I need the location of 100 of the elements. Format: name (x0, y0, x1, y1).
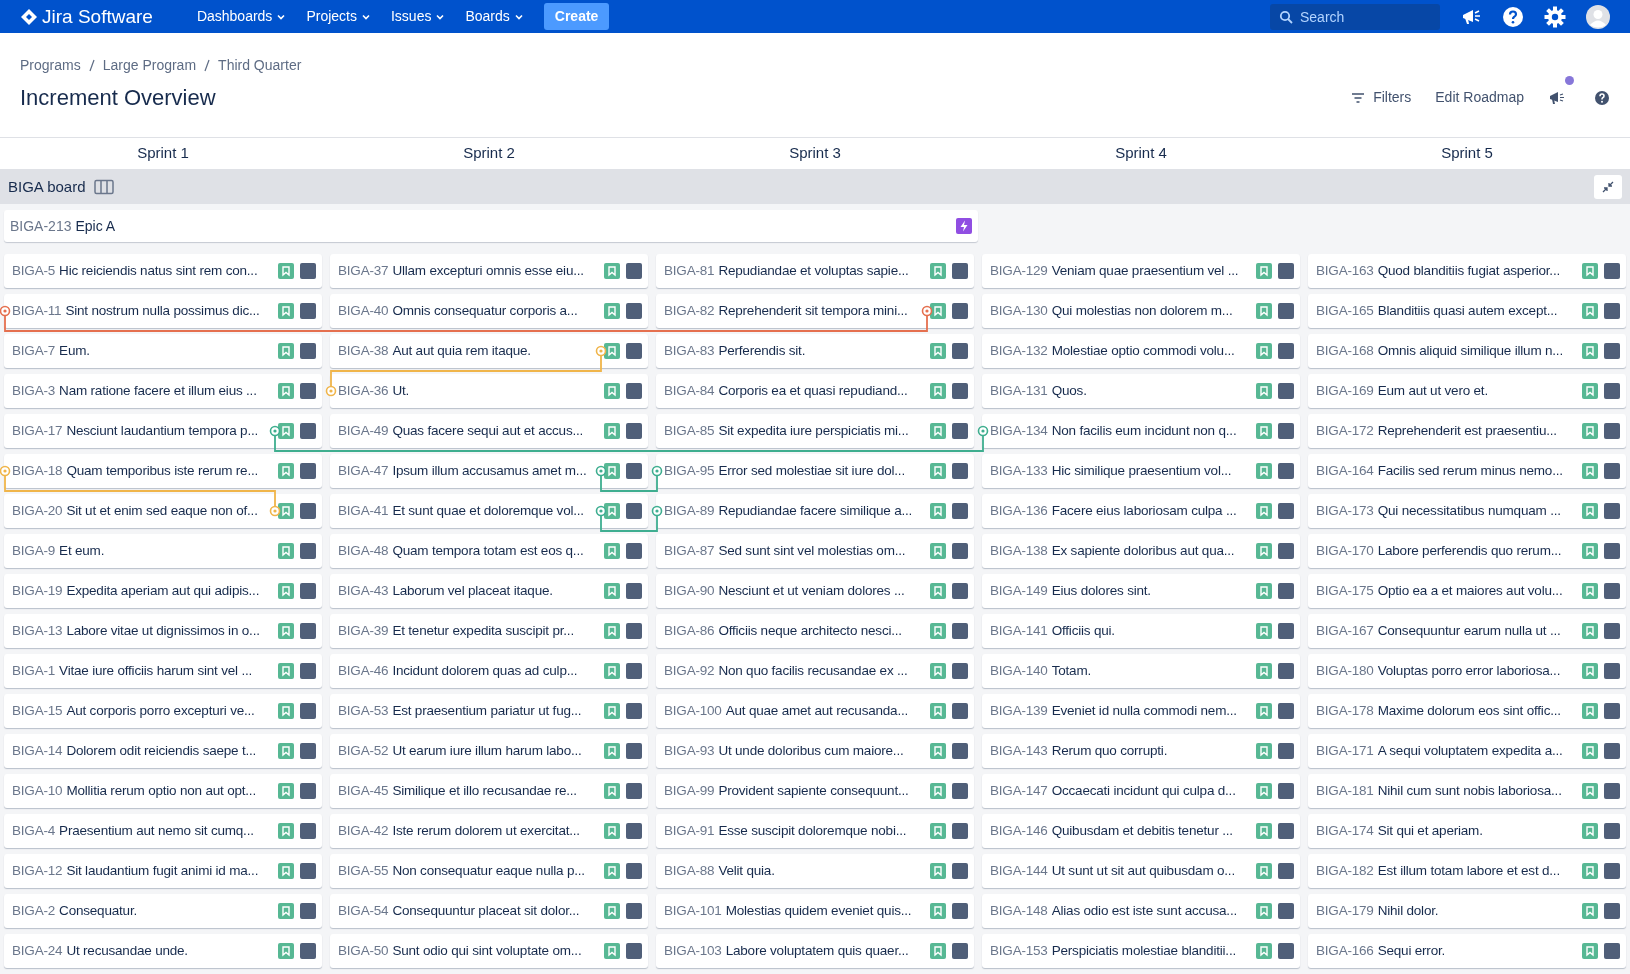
issue-card[interactable]: BIGA-181 Nihil cum sunt nobis laboriosa... (1308, 774, 1626, 808)
issue-card[interactable]: BIGA-134 Non facilis eum incidunt non q... (982, 414, 1300, 448)
issue-card[interactable]: BIGA-86 Officiis neque architecto nesci... (656, 614, 974, 648)
issue-card[interactable]: BIGA-174 Sit qui et aperiam. (1308, 814, 1626, 848)
issue-card[interactable]: BIGA-167 Consequuntur earum nulla ut ... (1308, 614, 1626, 648)
issue-card[interactable]: BIGA-39 Et tenetur expedita suscipit pr... (330, 614, 648, 648)
issue-card[interactable]: BIGA-144 Ut sunt ut sit aut quibusdam o... (982, 854, 1300, 888)
issue-card[interactable]: BIGA-38 Aut aut quia rem itaque. (330, 334, 648, 368)
issue-card[interactable]: BIGA-54 Consequuntur placeat sit dolor... (330, 894, 648, 928)
issue-card[interactable]: BIGA-103 Labore voluptatem quis quaer... (656, 934, 974, 968)
issue-card[interactable]: BIGA-45 Similique et illo recusandae re... (330, 774, 648, 808)
issue-card[interactable]: BIGA-46 Incidunt dolorem quas ad culp... (330, 654, 648, 688)
issue-card[interactable]: BIGA-178 Maxime dolorum eos sint offic... (1308, 694, 1626, 728)
help-icon[interactable] (1502, 5, 1524, 28)
issue-card[interactable]: BIGA-91 Esse suscipit doloremque nobi... (656, 814, 974, 848)
issue-card[interactable]: BIGA-84 Corporis ea et quasi repudiand... (656, 374, 974, 408)
issue-card[interactable]: BIGA-92 Non quo facilis recusandae ex ... (656, 654, 974, 688)
issue-card[interactable]: BIGA-89 Repudiandae facere similique a... (656, 494, 974, 528)
issue-card[interactable]: BIGA-164 Facilis sed rerum minus nemo... (1308, 454, 1626, 488)
issue-card[interactable]: BIGA-146 Quibusdam et debitis tenetur ... (982, 814, 1300, 848)
issue-card[interactable]: BIGA-17 Nesciunt laudantium tempora p... (4, 414, 322, 448)
issue-card[interactable]: BIGA-90 Nesciunt et ut veniam dolores ... (656, 574, 974, 608)
issue-card[interactable]: BIGA-9 Et eum. (4, 534, 322, 568)
issue-card[interactable]: BIGA-170 Labore perferendis quo rerum... (1308, 534, 1626, 568)
issue-card[interactable]: BIGA-153 Perspiciatis molestiae blanditii... (982, 934, 1300, 968)
issue-card[interactable]: BIGA-140 Totam. (982, 654, 1300, 688)
nav-menu[interactable]: Projects (298, 0, 379, 33)
issue-card[interactable]: BIGA-88 Velit quia. (656, 854, 974, 888)
nav-menu[interactable]: Issues (382, 0, 454, 33)
breadcrumb-link[interactable]: Programs (20, 55, 81, 76)
issue-card[interactable]: BIGA-148 Alias odio est iste sunt accusa... (982, 894, 1300, 928)
breadcrumb-link[interactable]: Large Program (102, 55, 197, 76)
issue-card[interactable]: BIGA-15 Aut corporis porro excepturi ve... (4, 694, 322, 728)
issue-card[interactable]: BIGA-179 Nihil dolor. (1308, 894, 1626, 928)
issue-card[interactable]: BIGA-49 Quas facere sequi aut et accus... (330, 414, 648, 448)
issue-card[interactable]: BIGA-99 Provident sapiente consequunt... (656, 774, 974, 808)
issue-card[interactable]: BIGA-133 Hic similique praesentium vol... (982, 454, 1300, 488)
issue-card[interactable]: BIGA-82 Reprehenderit sit tempora mini... (656, 294, 974, 328)
issue-card[interactable]: BIGA-48 Quam tempora totam est eos q... (330, 534, 648, 568)
issue-card[interactable]: BIGA-101 Molestias quidem eveniet quis... (656, 894, 974, 928)
issue-card[interactable]: BIGA-53 Est praesentium pariatur ut fug... (330, 694, 648, 728)
issue-card[interactable]: BIGA-18 Quam temporibus iste rerum re... (4, 454, 322, 488)
issue-card[interactable]: BIGA-1 Vitae iure officiis harum sint vel ... (4, 654, 322, 688)
issue-card[interactable]: BIGA-171 A sequi voluptatem expedita a... (1308, 734, 1626, 768)
issue-card[interactable]: BIGA-41 Et sunt quae et doloremque vol... (330, 494, 648, 528)
issue-card[interactable]: BIGA-40 Omnis consequatur corporis a... (330, 294, 648, 328)
filters-button[interactable]: Filters (1351, 87, 1412, 108)
issue-card[interactable]: BIGA-129 Veniam quae praesentium vel ... (982, 254, 1300, 288)
settings-icon[interactable] (1544, 5, 1566, 28)
issue-card[interactable]: BIGA-2 Consequatur. (4, 894, 322, 928)
issue-card[interactable]: BIGA-36 Ut. (330, 374, 648, 408)
issue-card[interactable]: BIGA-14 Dolorem odit reiciendis saepe t... (4, 734, 322, 768)
issue-card[interactable]: BIGA-13 Labore vitae ut dignissimos in o... (4, 614, 322, 648)
edit-roadmap-button[interactable]: Edit Roadmap (1435, 87, 1524, 108)
issue-card[interactable]: BIGA-52 Ut earum iure illum harum labo... (330, 734, 648, 768)
issue-card[interactable]: BIGA-147 Occaecati incidunt qui culpa d... (982, 774, 1300, 808)
issue-card[interactable]: BIGA-173 Qui necessitatibus numquam ... (1308, 494, 1626, 528)
issue-card[interactable]: BIGA-131 Quos. (982, 374, 1300, 408)
issue-card[interactable]: BIGA-138 Ex sapiente doloribus aut qua... (982, 534, 1300, 568)
issue-card[interactable]: BIGA-182 Est illum totam labore et est d... (1308, 854, 1626, 888)
issue-card[interactable]: BIGA-5 Hic reiciendis natus sint rem con... (4, 254, 322, 288)
breadcrumb-link[interactable]: Third Quarter (218, 55, 302, 76)
issue-card[interactable]: BIGA-175 Optio ea a et maiores aut volu... (1308, 574, 1626, 608)
issue-card[interactable]: BIGA-3 Nam ratione facere et illum eius ... (4, 374, 322, 408)
issue-card[interactable]: BIGA-100 Aut quae amet aut recusanda... (656, 694, 974, 728)
issue-card[interactable]: BIGA-136 Facere eius laboriosam culpa ... (982, 494, 1300, 528)
nav-menu[interactable]: Dashboards (188, 0, 295, 33)
issue-card[interactable]: BIGA-4 Praesentium aut nemo sit cumq... (4, 814, 322, 848)
issue-card[interactable]: BIGA-24 Ut recusandae unde. (4, 934, 322, 968)
issue-card[interactable]: BIGA-87 Sed sunt sint vel molestias om... (656, 534, 974, 568)
issue-card[interactable]: BIGA-12 Sit laudantium fugit animi id ma... (4, 854, 322, 888)
issue-card[interactable]: BIGA-165 Blanditiis quasi autem except... (1308, 294, 1626, 328)
issue-card[interactable]: BIGA-149 Eius dolores sint. (982, 574, 1300, 608)
issue-card[interactable]: BIGA-172 Reprehenderit est praesentiu... (1308, 414, 1626, 448)
issue-card[interactable]: BIGA-43 Laborum vel placeat itaque. (330, 574, 648, 608)
issue-card[interactable]: BIGA-47 Ipsum illum accusamus amet m... (330, 454, 648, 488)
issue-card[interactable]: BIGA-85 Sit expedita iure perspiciatis mi... (656, 414, 974, 448)
issue-card[interactable]: BIGA-50 Sunt odio qui sint voluptate om... (330, 934, 648, 968)
issue-card[interactable]: BIGA-141 Officiis qui. (982, 614, 1300, 648)
issue-card[interactable]: BIGA-42 Iste rerum dolorem ut exercitat... (330, 814, 648, 848)
issue-card[interactable]: BIGA-163 Quod blanditiis fugiat asperior... (1308, 254, 1626, 288)
issue-card[interactable]: BIGA-139 Eveniet id nulla commodi nem... (982, 694, 1300, 728)
issue-card[interactable]: BIGA-55 Non consequatur eaque nulla p... (330, 854, 648, 888)
issue-card[interactable]: BIGA-130 Qui molestias non dolorem m... (982, 294, 1300, 328)
issue-card[interactable]: BIGA-20 Sit ut et enim sed eaque non of... (4, 494, 322, 528)
issue-card[interactable]: BIGA-132 Molestiae optio commodi volu... (982, 334, 1300, 368)
issue-card[interactable]: BIGA-143 Rerum quo corrupti. (982, 734, 1300, 768)
help-icon[interactable] (1594, 89, 1610, 106)
issue-card[interactable]: BIGA-93 Ut unde doloribus cum maiore... (656, 734, 974, 768)
issue-card[interactable]: BIGA-169 Eum aut ut vero et. (1308, 374, 1626, 408)
issue-card[interactable]: BIGA-37 Ullam excepturi omnis esse eiu... (330, 254, 648, 288)
issue-card[interactable]: BIGA-11 Sint nostrum nulla possimus dic... (4, 294, 322, 328)
issue-card[interactable]: BIGA-180 Voluptas porro error laboriosa... (1308, 654, 1626, 688)
issue-card[interactable]: BIGA-81 Repudiandae et voluptas sapie... (656, 254, 974, 288)
collapse-button[interactable] (1594, 175, 1622, 199)
avatar-icon[interactable] (1586, 4, 1610, 29)
issue-card[interactable]: BIGA-95 Error sed molestiae sit iure dol... (656, 454, 974, 488)
nav-menu[interactable]: Boards (457, 0, 532, 33)
issue-card[interactable]: BIGA-19 Expedita aperiam aut qui adipis... (4, 574, 322, 608)
search-field[interactable]: Search (1270, 3, 1440, 30)
